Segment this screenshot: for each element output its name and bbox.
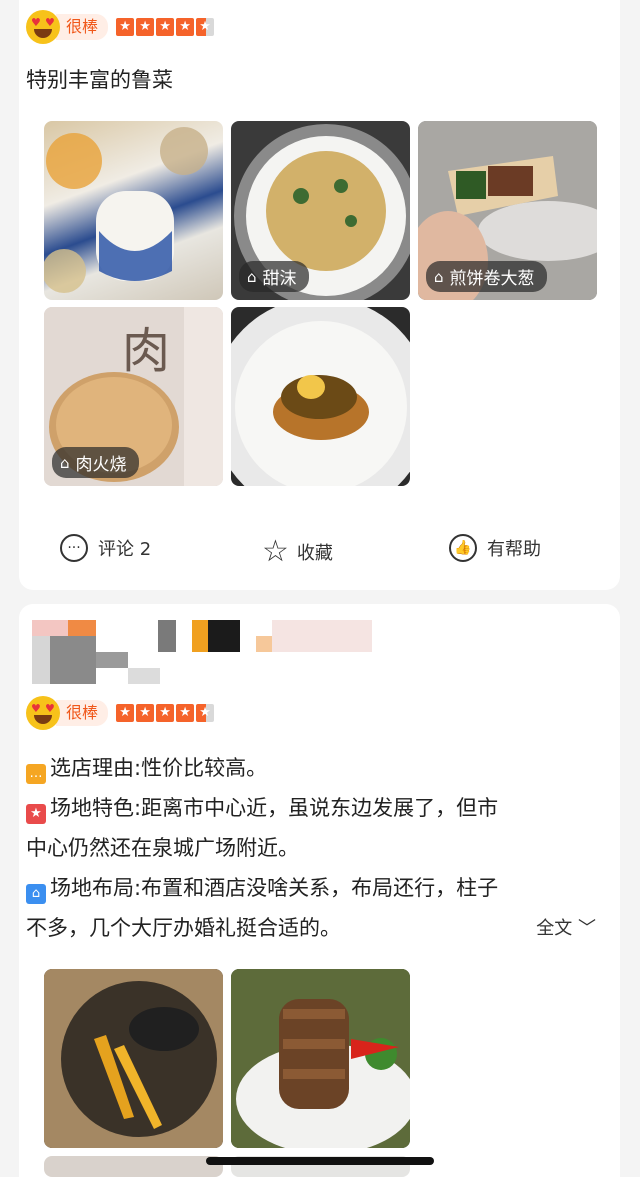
house-icon: ⌂ bbox=[26, 884, 46, 904]
food-photo-7[interactable] bbox=[231, 969, 410, 1148]
layout-paragraph-cont: 不多，几个大厅办婚礼挺合适的。 bbox=[26, 916, 341, 940]
feature-paragraph-cont: 中心仍然还在泉城广场附近。 bbox=[26, 836, 299, 860]
tag-icon: ⌂ bbox=[247, 267, 257, 286]
star-icon: ★ bbox=[156, 18, 175, 36]
star-icon: ★ bbox=[116, 18, 135, 36]
food-photo-8[interactable] bbox=[44, 1156, 223, 1177]
expand-full-text[interactable]: 全文 ﹀ bbox=[536, 914, 596, 940]
food-photo-1[interactable] bbox=[44, 121, 223, 300]
collect-button[interactable]: ☆ 收藏 bbox=[262, 534, 333, 569]
rating-label: 很棒 bbox=[56, 700, 109, 726]
heart-eyes-icon: ♥ ♥ bbox=[26, 696, 60, 730]
star-icon: ★ bbox=[176, 18, 195, 36]
food-photo-3[interactable]: ⌂ 煎饼卷大葱 bbox=[418, 121, 597, 300]
feature-paragraph: ★ 场地特色:距离市中心近，虽说东边发展了，但市 bbox=[26, 788, 498, 828]
photo-tag[interactable]: ⌂ 甜沫 bbox=[239, 261, 309, 292]
star-icon: ★ bbox=[156, 704, 175, 722]
review-text: 特别丰富的鲁菜 bbox=[26, 68, 173, 92]
layout-paragraph: ⌂ 场地布局:布置和酒店没啥关系，布局还行，柱子 bbox=[26, 868, 498, 908]
food-photo-2[interactable]: ⌂ 甜沫 bbox=[231, 121, 410, 300]
food-photo-6-image bbox=[44, 969, 223, 1148]
thumbs-up-icon: 👍 bbox=[449, 534, 477, 562]
reason-paragraph: … 选店理由:性价比较高。 bbox=[26, 748, 267, 788]
comment-button[interactable]: ··· 评论 2 bbox=[60, 534, 151, 562]
food-photo-1-image bbox=[44, 127, 208, 293]
collect-star-icon: ☆ bbox=[262, 534, 289, 569]
food-photo-6[interactable] bbox=[44, 969, 223, 1148]
heart-eyes-icon: ♥ ♥ bbox=[26, 10, 60, 44]
chevron-down-icon: ﹀ bbox=[578, 918, 596, 939]
star-rating: ★ ★ ★ ★ ★ bbox=[116, 18, 216, 36]
food-photo-5-image bbox=[231, 307, 410, 486]
tag-icon: ⌂ bbox=[434, 267, 444, 286]
rating-row-2: ♥ ♥ 很棒 ★ ★ ★ ★ ★ bbox=[26, 696, 216, 730]
blurred-user-info bbox=[32, 620, 372, 684]
action-bar: ··· 评论 2 ☆ 收藏 👍 有帮助 bbox=[0, 534, 601, 574]
tag-icon: ⌂ bbox=[60, 453, 70, 472]
rating-label: 很棒 bbox=[56, 14, 109, 40]
star-icon: ★ bbox=[136, 704, 155, 722]
home-indicator[interactable] bbox=[206, 1157, 434, 1165]
badge-icon: ★ bbox=[26, 804, 46, 824]
star-icon: ★ bbox=[116, 704, 135, 722]
helpful-button[interactable]: 👍 有帮助 bbox=[449, 534, 541, 562]
star-rating: ★ ★ ★ ★ ★ bbox=[116, 704, 216, 722]
food-photo-4[interactable]: 肉 ⌂ 肉火烧 bbox=[44, 307, 223, 486]
half-star-icon: ★ bbox=[196, 704, 215, 722]
star-icon: ★ bbox=[176, 704, 195, 722]
star-icon: ★ bbox=[136, 18, 155, 36]
rating-row-1: ♥ ♥ 很棒 ★ ★ ★ ★ ★ bbox=[26, 10, 216, 44]
svg-text:肉: 肉 bbox=[122, 323, 170, 379]
food-photo-5[interactable] bbox=[231, 307, 410, 486]
speech-bubble-icon: … bbox=[26, 764, 46, 784]
comment-icon: ··· bbox=[60, 534, 88, 562]
half-star-icon: ★ bbox=[196, 18, 215, 36]
photo-tag[interactable]: ⌂ 肉火烧 bbox=[52, 447, 139, 478]
food-photo-7-image bbox=[231, 969, 410, 1148]
photo-tag[interactable]: ⌂ 煎饼卷大葱 bbox=[426, 261, 547, 292]
